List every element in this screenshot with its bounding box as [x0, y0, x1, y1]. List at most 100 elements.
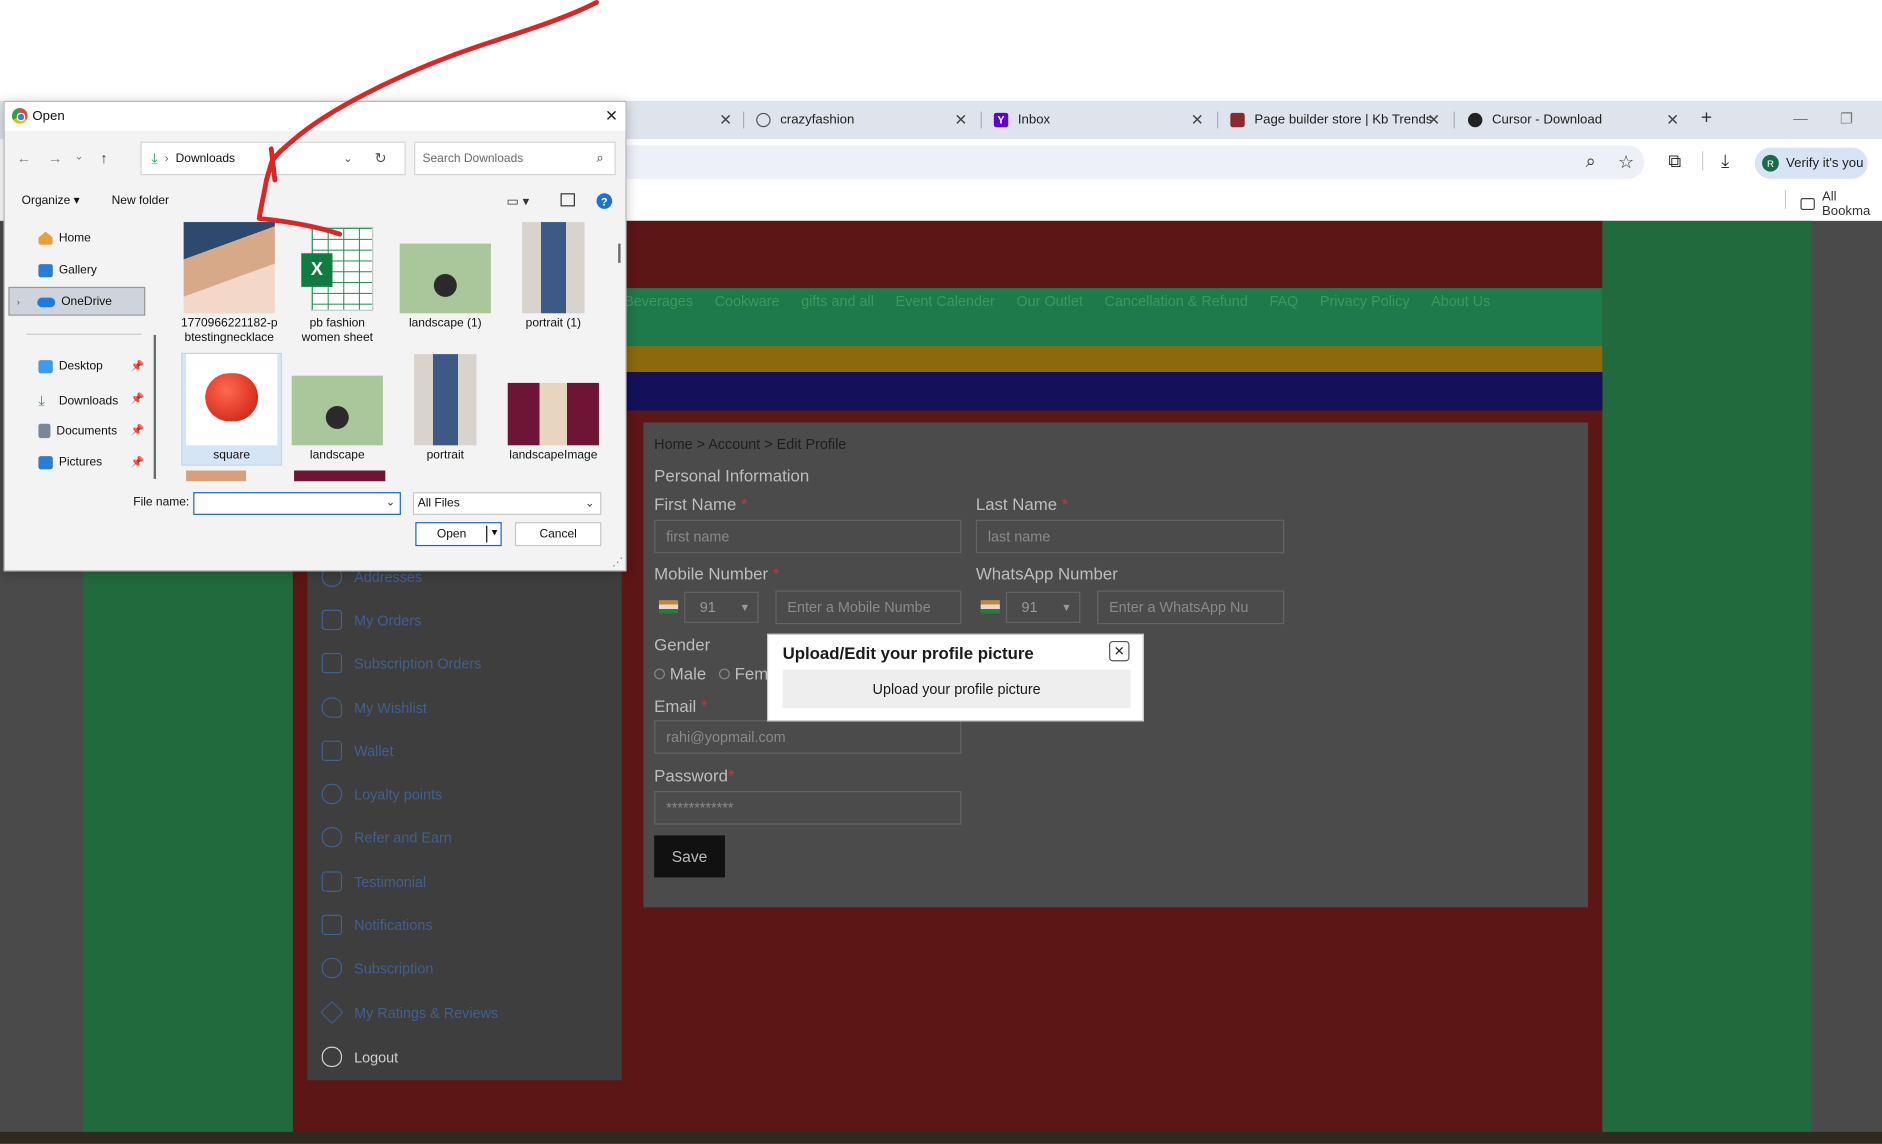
sidebar-item-subscription[interactable]: Subscription — [321, 957, 433, 979]
radio-button[interactable] — [654, 667, 665, 679]
sidebar-item-subscription-orders[interactable]: Subscription Orders — [321, 652, 481, 674]
up-arrow-icon[interactable]: ↑ — [100, 150, 107, 167]
sidebar-item-my-orders[interactable]: My Orders — [321, 609, 421, 631]
whatsapp-number-input[interactable]: Enter a WhatsApp Nu — [1097, 590, 1285, 625]
nav-item-desktop[interactable]: Desktop — [38, 360, 103, 374]
browser-tab-crazyfashion[interactable]: crazyfashion ✕ — [756, 101, 974, 139]
nav-item-pictures[interactable]: Pictures — [38, 456, 102, 470]
close-icon[interactable]: ✕ — [605, 107, 618, 126]
chevron-down-icon[interactable]: ⌄ — [386, 496, 395, 509]
sidebar-item-wishlist[interactable]: My Wishlist — [321, 697, 427, 718]
nav-item-label: OneDrive — [61, 295, 112, 309]
browser-tab-partial[interactable]: ✕ — [627, 101, 740, 139]
organize-button[interactable]: Organize ▾ — [22, 194, 80, 207]
file-item[interactable]: portrait (1) — [503, 222, 604, 331]
nav-link[interactable]: Cookware — [715, 293, 780, 310]
nav-item-onedrive[interactable]: › OneDrive — [17, 295, 112, 308]
file-name-input[interactable]: ⌄ — [193, 492, 401, 515]
nav-item-home[interactable]: Home — [38, 231, 91, 245]
cancel-button[interactable]: Cancel — [514, 522, 602, 547]
tab-close-icon[interactable]: ✕ — [1191, 110, 1204, 129]
nav-item-documents[interactable]: Documents — [38, 423, 117, 439]
all-bookmarks[interactable]: All Bookma — [1784, 190, 1882, 218]
preview-pane-icon[interactable] — [560, 193, 575, 207]
file-item[interactable]: landscape — [287, 354, 388, 463]
pin-icon[interactable]: 📌 — [131, 360, 144, 373]
resize-grip-icon[interactable]: ⋰ — [612, 556, 623, 569]
upload-profile-picture-button[interactable]: Upload your profile picture — [782, 669, 1131, 709]
save-button[interactable]: Save — [654, 835, 725, 878]
tab-close-icon[interactable]: ✕ — [1427, 110, 1440, 129]
help-icon[interactable]: ? — [596, 193, 613, 209]
sidebar-item-ratings-reviews[interactable]: My Ratings & Reviews — [320, 1000, 498, 1024]
pin-icon[interactable]: 📌 — [131, 456, 144, 469]
nav-item-downloads[interactable]: ⤓ Downloads — [38, 392, 118, 410]
chevron-down-icon[interactable]: ⌄ — [343, 152, 352, 165]
nav-link[interactable]: Cancellation & Refund — [1105, 293, 1248, 310]
file-item[interactable]: 1770966221182-p btestingnecklace — [179, 222, 280, 346]
close-icon[interactable]: ✕ — [1109, 640, 1130, 662]
nav-link[interactable]: Privacy Policy — [1320, 293, 1410, 310]
forward-arrow-icon[interactable]: → — [48, 150, 62, 167]
sidebar-item-loyalty-points[interactable]: Loyalty points — [321, 783, 442, 805]
new-folder-button[interactable]: New folder — [112, 194, 169, 207]
new-tab-button[interactable]: + — [1701, 108, 1712, 130]
password-field[interactable]: ************ — [654, 790, 962, 825]
back-arrow-icon[interactable]: ← — [17, 150, 31, 167]
nav-link[interactable]: Our Outlet — [1016, 293, 1082, 310]
file-item[interactable]: square — [181, 354, 282, 463]
first-name-input[interactable]: first name — [654, 519, 962, 554]
bookmark-star-icon[interactable]: ☆ — [1618, 151, 1634, 172]
profile-verify-button[interactable]: R Verify it's you — [1754, 147, 1868, 179]
browser-tab-inbox[interactable]: Y Inbox ✕ — [993, 101, 1211, 139]
open-button[interactable]: Open ▼ — [415, 522, 502, 547]
nav-link[interactable]: About Us — [1431, 293, 1490, 310]
radio-button[interactable] — [718, 667, 730, 679]
address-bar[interactable] — [626, 145, 1645, 179]
gender-female-option[interactable]: Fem — [718, 664, 768, 683]
gender-male-option[interactable]: Male — [654, 664, 706, 683]
nav-pane-scrollbar[interactable] — [153, 334, 157, 479]
file-item[interactable]: X pb fashion women sheet — [287, 222, 388, 346]
whatsapp-country-code-select[interactable]: 91 ▼ — [1005, 591, 1081, 623]
documents-icon — [38, 423, 51, 439]
refresh-icon[interactable]: ↻ — [374, 150, 386, 167]
dialog-address-bar[interactable]: ⤓ › Downloads ⌄ ↻ — [140, 141, 406, 176]
file-item[interactable]: portrait — [395, 354, 496, 463]
recent-locations-icon[interactable]: ⌄ — [74, 150, 83, 167]
sidebar-item-testimonial[interactable]: Testimonial — [321, 871, 426, 892]
mobile-number-input[interactable]: Enter a Mobile Numbe — [775, 590, 962, 625]
extensions-icon[interactable]: ⧉ — [1668, 151, 1681, 171]
view-options-icon[interactable]: ▭ ▾ — [507, 193, 530, 208]
tab-close-icon[interactable]: ✕ — [954, 110, 967, 129]
nav-link[interactable]: Event Calender — [896, 293, 995, 310]
download-icon[interactable]: ⤓ — [1721, 151, 1729, 171]
tab-close-icon[interactable]: ✕ — [719, 110, 732, 129]
nav-link[interactable]: gifts and all — [801, 293, 874, 310]
email-field[interactable]: rahi@yopmail.com — [654, 720, 962, 754]
nav-link[interactable]: Beverages — [624, 293, 693, 310]
file-item[interactable]: landscapeImage — [503, 354, 604, 463]
file-grid-scrollbar[interactable] — [618, 243, 621, 263]
sidebar-item-notifications[interactable]: Notifications — [321, 914, 433, 936]
sidebar-item-wallet[interactable]: Wallet — [321, 740, 394, 761]
nav-link[interactable]: FAQ — [1269, 293, 1298, 310]
nav-item-gallery[interactable]: Gallery — [38, 264, 97, 278]
minimize-icon[interactable]: — — [1793, 110, 1807, 127]
pin-icon[interactable]: 📌 — [131, 392, 144, 405]
zoom-icon[interactable]: ⌕ — [1586, 151, 1596, 171]
browser-tab-cursor[interactable]: Cursor - Download ✕ — [1467, 101, 1686, 139]
open-options-dropdown-icon[interactable]: ▼ — [490, 527, 500, 538]
search-input[interactable]: Search Downloads ⌕ — [414, 141, 616, 176]
tab-close-icon[interactable]: ✕ — [1666, 110, 1679, 129]
sidebar-item-refer-and-earn[interactable]: Refer and Earn — [321, 827, 452, 848]
mobile-country-code-select[interactable]: 91 ▼ — [684, 591, 759, 623]
sidebar-item-logout[interactable]: Logout — [321, 1046, 398, 1068]
expand-chevron-icon[interactable]: › — [17, 296, 31, 307]
file-type-select[interactable]: All Files ⌄ — [412, 492, 602, 515]
last-name-input[interactable]: last name — [975, 519, 1285, 554]
pin-icon[interactable]: 📌 — [131, 424, 144, 437]
restore-icon[interactable]: ❐ — [1840, 110, 1853, 127]
file-item[interactable]: landscape (1) — [395, 222, 496, 331]
browser-tab-page-builder[interactable]: Page builder store | Kb Trends ✕ — [1230, 101, 1447, 139]
